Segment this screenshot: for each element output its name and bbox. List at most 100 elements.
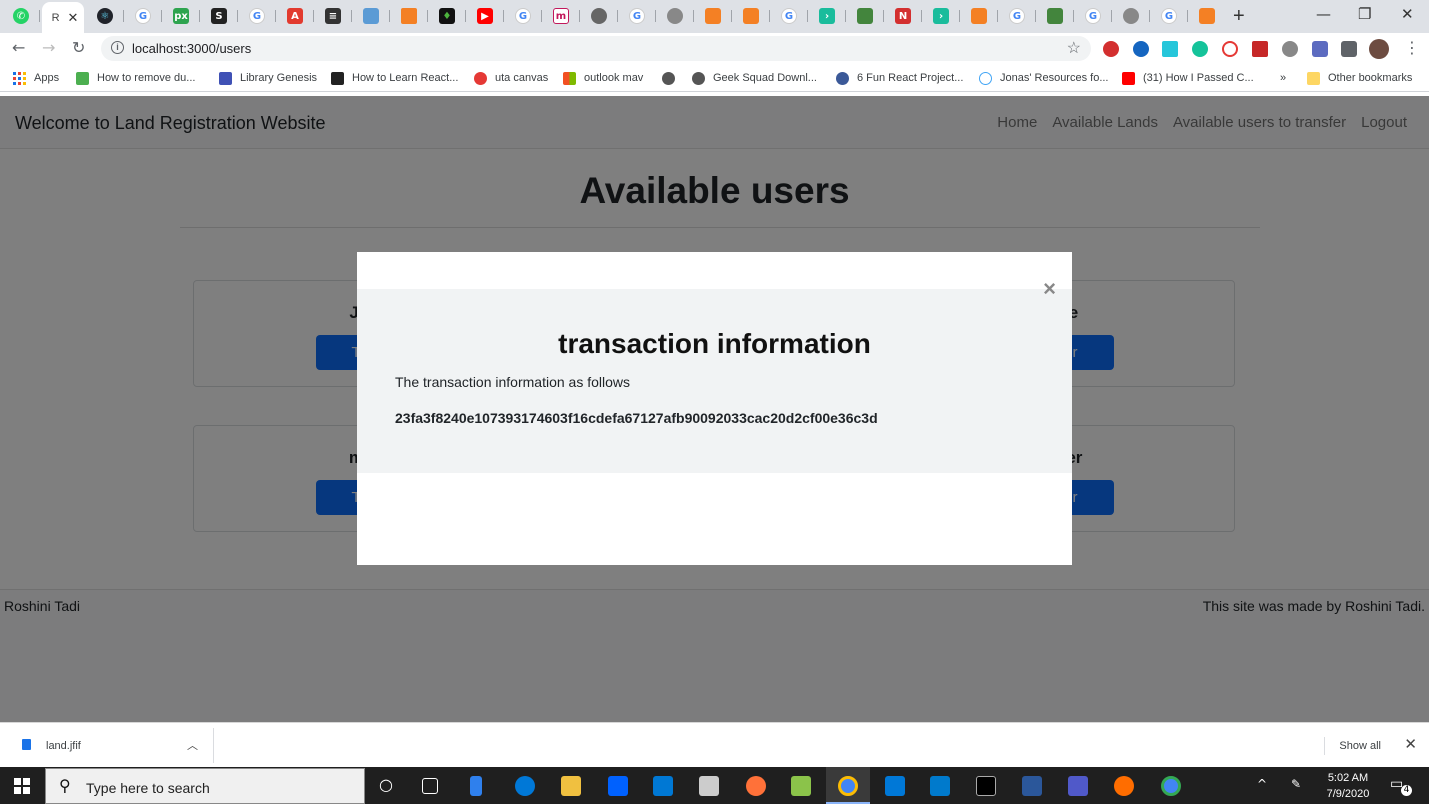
tab-s[interactable]: S [200, 4, 238, 28]
restore-icon[interactable]: ❐ [1358, 5, 1371, 23]
pen-icon[interactable]: ✎ [1291, 777, 1301, 791]
close-window-icon[interactable]: ✕ [1401, 5, 1414, 23]
bookmark-item[interactable] [662, 70, 683, 86]
bookmark-item[interactable]: (31) How I Passed C... [1122, 70, 1254, 86]
tab-active[interactable]: R ✕ [42, 2, 84, 33]
tab-whatsapp[interactable]: ✆ [2, 4, 40, 28]
stackoverflow-icon [971, 8, 987, 24]
bookmark-item[interactable]: Library Genesis [219, 70, 317, 86]
cortana-icon[interactable]: ○ [379, 775, 393, 794]
tab-google-8[interactable]: G [1150, 4, 1188, 28]
vscode-alt-icon[interactable] [470, 776, 482, 796]
file-explorer-icon[interactable] [561, 776, 581, 796]
bookmark-apps[interactable]: Apps [13, 70, 59, 86]
tab-google-3[interactable]: G [504, 4, 542, 28]
store-icon[interactable] [699, 776, 719, 796]
puzzle-icon[interactable] [1341, 41, 1357, 57]
taskbar-clock[interactable]: 5:02 AM 7/9/2020 [1318, 770, 1378, 802]
tab-google-5[interactable]: G [770, 4, 808, 28]
tab-m[interactable]: m [542, 4, 580, 28]
tab-nodejs[interactable] [846, 4, 884, 28]
bookmark-item[interactable]: How to remove du... [76, 70, 195, 86]
tab-stackoverflow-5[interactable] [1188, 4, 1226, 28]
modal-close-icon[interactable]: × [1043, 276, 1056, 302]
tab-n[interactable]: N [884, 4, 922, 28]
chrome-icon[interactable] [1161, 776, 1181, 796]
tab-google-2[interactable]: G [238, 4, 276, 28]
camera-icon[interactable] [1312, 41, 1328, 57]
url-text[interactable]: localhost:3000/users [132, 41, 251, 56]
vscode-icon[interactable] [930, 776, 950, 796]
bookmark-item[interactable]: Jonas' Resources fo... [979, 70, 1109, 86]
bookmark-item[interactable]: outlook mav [563, 70, 643, 86]
bug-icon[interactable] [1282, 41, 1298, 57]
chrome-menu-icon[interactable]: ⋮ [1404, 38, 1420, 57]
tab-image[interactable] [352, 4, 390, 28]
mail-icon[interactable] [653, 776, 673, 796]
tab-nodejs-2[interactable] [1036, 4, 1074, 28]
adblock-icon[interactable] [1103, 41, 1119, 57]
task-view-icon[interactable] [422, 778, 438, 794]
tab-github[interactable] [656, 4, 694, 28]
remote-desktop-icon[interactable] [885, 776, 905, 796]
other-bookmarks[interactable]: Other bookmarks [1307, 70, 1412, 86]
info-icon[interactable]: i [111, 41, 124, 54]
taskbar-search[interactable]: ⚲ Type here to search [45, 768, 365, 804]
bookmark-star-icon[interactable]: ☆ [1067, 38, 1081, 58]
tab-terminal-2[interactable]: › [922, 4, 960, 28]
tab-github-2[interactable] [1112, 4, 1150, 28]
extension-cyan-icon[interactable] [1162, 41, 1178, 57]
tab-doc[interactable]: ≡ [314, 4, 352, 28]
tab-stackoverflow-3[interactable] [732, 4, 770, 28]
word-icon[interactable] [1022, 776, 1042, 796]
download-filename[interactable]: land.jfif [46, 740, 81, 752]
close-download-bar-icon[interactable]: ✕ [1404, 735, 1417, 753]
postman-icon[interactable] [1114, 776, 1134, 796]
edge-icon[interactable] [515, 776, 535, 796]
bookmark-item[interactable]: How to Learn React... [331, 70, 458, 86]
omnibox[interactable]: i localhost:3000/users ☆ [101, 36, 1091, 61]
firefox-icon[interactable] [746, 776, 766, 796]
tab-youtube[interactable]: ▶ [466, 4, 504, 28]
reload-icon[interactable]: ↻ [72, 38, 85, 57]
bookmark-item[interactable]: 6 Fun React Project... [836, 70, 963, 86]
minimize-icon[interactable]: — [1316, 5, 1331, 23]
chrome-icon[interactable] [838, 776, 858, 796]
back-icon[interactable]: ← [12, 38, 25, 57]
extension-blue-icon[interactable] [1133, 41, 1149, 57]
nodejs-icon [857, 8, 873, 24]
n-icon: N [895, 8, 911, 24]
tab-px[interactable]: px [162, 4, 200, 28]
tab-terminal[interactable]: › [808, 4, 846, 28]
tab-google[interactable]: G [124, 4, 162, 28]
tab-react[interactable]: ⚛ [86, 4, 124, 28]
tab-mongodb[interactable]: ♦ [428, 4, 466, 28]
grammarly-icon[interactable] [1192, 41, 1208, 57]
bookmarks-overflow[interactable]: » [1280, 70, 1286, 86]
show-all-button[interactable]: Show all [1324, 737, 1381, 755]
tab-stackoverflow-2[interactable] [694, 4, 732, 28]
tab-google-7[interactable]: G [1074, 4, 1112, 28]
teams-icon[interactable] [1068, 776, 1088, 796]
profile-avatar[interactable] [1369, 39, 1389, 59]
chevron-up-icon[interactable]: ︿ [187, 737, 198, 753]
new-tab-button[interactable]: + [1233, 5, 1245, 28]
tab-google-4[interactable]: G [618, 4, 656, 28]
lambda-icon[interactable] [791, 776, 811, 796]
extension-red-icon[interactable] [1252, 41, 1268, 57]
tab-stackoverflow[interactable] [390, 4, 428, 28]
chevron-up-icon[interactable]: ^ [1257, 777, 1267, 791]
tab-a[interactable]: A [276, 4, 314, 28]
forward-icon[interactable]: → [42, 38, 55, 57]
close-tab-icon[interactable]: ✕ [68, 10, 79, 26]
tab-stackoverflow-4[interactable] [960, 4, 998, 28]
extension-red-ring-icon[interactable] [1222, 41, 1238, 57]
google-icon: G [781, 8, 797, 24]
tab-google-6[interactable]: G [998, 4, 1036, 28]
windows-start-icon[interactable] [14, 778, 30, 794]
terminal-icon[interactable] [976, 776, 996, 796]
bookmark-item[interactable]: Geek Squad Downl... [692, 70, 817, 86]
dropbox-icon[interactable] [608, 776, 628, 796]
tab-globe[interactable] [580, 4, 618, 28]
bookmark-item[interactable]: uta canvas [474, 70, 548, 86]
